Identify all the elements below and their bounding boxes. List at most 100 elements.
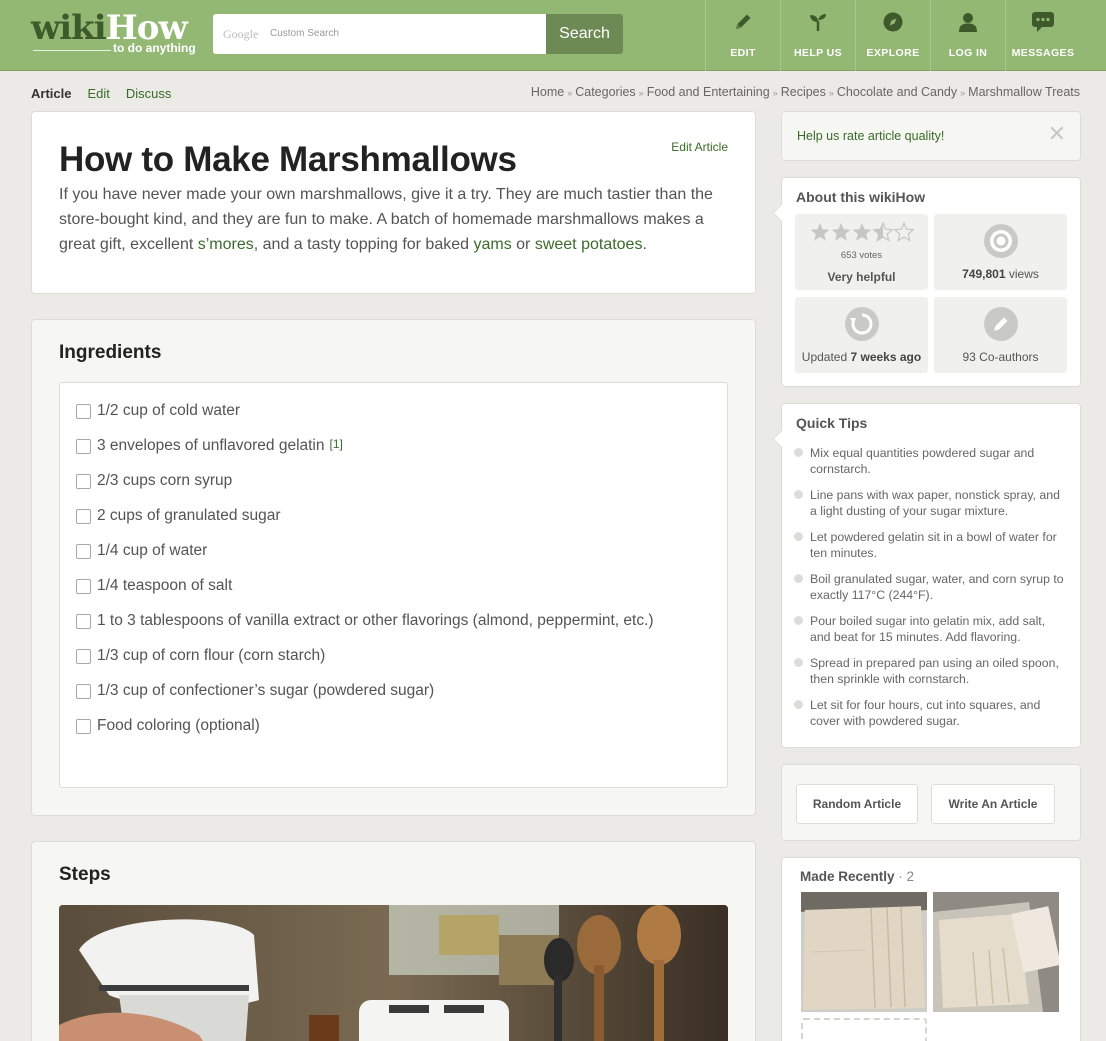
ingredients-section: Ingredients 1/2 cup of cold water 3 enve… bbox=[31, 319, 756, 816]
breadcrumb-separator: » bbox=[772, 88, 778, 98]
search-button[interactable]: Search bbox=[546, 14, 623, 54]
made-recently-photo[interactable] bbox=[801, 892, 927, 1012]
made-recently-photo[interactable] bbox=[933, 892, 1059, 1012]
tip-text: Let powdered gelatin sit in a bowl of wa… bbox=[810, 530, 1057, 560]
views-suffix: views bbox=[1005, 267, 1039, 281]
nav-log-in[interactable]: LOG IN bbox=[930, 0, 1005, 71]
article-intro: How to Make Marshmallows Edit Article If… bbox=[31, 111, 756, 294]
logo-rule bbox=[33, 50, 111, 51]
ingredient-text: 1/2 cup of cold water bbox=[97, 402, 241, 419]
search-input[interactable] bbox=[213, 14, 546, 54]
breadcrumb-chocolate-and-candy[interactable]: Chocolate and Candy bbox=[837, 85, 957, 99]
ingredient-checkbox[interactable] bbox=[76, 613, 91, 629]
ingredient-item[interactable]: 3 envelopes of unflavored gelatin [1] bbox=[76, 436, 343, 456]
logo-tagline: to do anything bbox=[113, 41, 196, 55]
ingredient-item[interactable]: 2/3 cups corn syrup bbox=[76, 471, 232, 491]
ingredient-item[interactable]: 1/2 cup of cold water bbox=[76, 401, 240, 421]
ingredient-checkbox[interactable] bbox=[76, 508, 91, 524]
ingredient-checkbox[interactable] bbox=[76, 578, 91, 594]
nav-log-in-label: LOG IN bbox=[948, 47, 988, 59]
made-recently: Made Recently · 2 bbox=[781, 857, 1081, 1041]
ingredient-item[interactable]: 1/3 cup of corn flour (corn starch) bbox=[76, 646, 325, 666]
history-icon bbox=[844, 307, 879, 341]
wikihow-logo[interactable]: wikiHow to do anything bbox=[31, 10, 196, 58]
close-icon[interactable]: ✕ bbox=[1048, 123, 1066, 145]
sprout-icon bbox=[781, 10, 855, 34]
ingredient-item[interactable]: 1/3 cup of confectioner’s sugar (powdere… bbox=[76, 681, 434, 701]
step-photo[interactable] bbox=[59, 905, 728, 1041]
top-nav: EDIT HELP US EXPLORE LOG IN MESSAGES bbox=[705, 0, 1080, 71]
views-count: 749,801 bbox=[962, 267, 1006, 281]
ingredient-text: 2 cups of granulated sugar bbox=[97, 507, 281, 524]
tip-text: Spread in prepared pan using an oiled sp… bbox=[810, 656, 1059, 686]
ingredient-checkbox[interactable] bbox=[76, 403, 91, 419]
ingredient-checkbox[interactable] bbox=[76, 438, 91, 454]
bullet-icon bbox=[794, 658, 803, 667]
breadcrumb-recipes[interactable]: Recipes bbox=[781, 85, 826, 99]
edit-article-link[interactable]: Edit Article bbox=[671, 140, 728, 154]
ingredient-item[interactable]: 2 cups of granulated sugar bbox=[76, 506, 281, 526]
rating-label: Very helpful bbox=[827, 270, 896, 284]
ingredient-item[interactable]: Food coloring (optional) bbox=[76, 716, 260, 736]
rate-article-prompt[interactable]: Help us rate article quality! bbox=[797, 129, 944, 143]
ingredient-item[interactable]: 1 to 3 tablespoons of vanilla extract or… bbox=[76, 611, 654, 631]
site-header: wikiHow to do anything Google Custom Sea… bbox=[0, 0, 1106, 71]
coauthors-text: 93 Co-authors bbox=[962, 350, 1039, 364]
steps-title: Steps bbox=[59, 864, 111, 885]
ingredient-checkbox[interactable] bbox=[76, 543, 91, 559]
ingredient-text: 1/3 cup of confectioner’s sugar (powdere… bbox=[97, 682, 435, 699]
intro-text-4: . bbox=[642, 236, 647, 253]
smores-link[interactable]: s’mores bbox=[198, 236, 254, 253]
ingredient-checkbox[interactable] bbox=[76, 718, 91, 734]
made-recently-title: Made Recently · 2 bbox=[800, 869, 914, 884]
box-pointer bbox=[773, 430, 782, 448]
nav-edit[interactable]: EDIT bbox=[705, 0, 780, 71]
updated-value: 7 weeks ago bbox=[850, 350, 922, 364]
tip-item: Spread in prepared pan using an oiled sp… bbox=[794, 655, 1064, 687]
nav-edit-label: EDIT bbox=[730, 47, 756, 59]
ingredient-checkbox[interactable] bbox=[76, 683, 91, 699]
star-rating[interactable] bbox=[795, 222, 928, 242]
ingredient-item[interactable]: 1/4 teaspoon of salt bbox=[76, 576, 232, 596]
page-title: How to Make Marshmallows bbox=[59, 140, 517, 179]
coauthors-stat[interactable]: 93 Co-authors bbox=[934, 297, 1067, 373]
chat-bubble-icon bbox=[1006, 10, 1080, 34]
search-form: Google Custom Search Search bbox=[213, 14, 623, 54]
breadcrumb-categories[interactable]: Categories bbox=[575, 85, 635, 99]
ingredient-checkbox[interactable] bbox=[76, 648, 91, 664]
reference-link[interactable]: [1] bbox=[330, 437, 343, 451]
quick-tips-title: Quick Tips bbox=[796, 415, 868, 431]
tab-article[interactable]: Article bbox=[31, 86, 71, 101]
nav-help-us[interactable]: HELP US bbox=[780, 0, 855, 71]
breadcrumb-home[interactable]: Home bbox=[531, 85, 564, 99]
article-tabs: Article Edit Discuss bbox=[31, 86, 171, 101]
ingredient-text: 3 envelopes of unflavored gelatin bbox=[97, 437, 325, 454]
updated-text: Updated 7 weeks ago bbox=[795, 350, 928, 364]
rate-article-box: Help us rate article quality! ✕ bbox=[781, 111, 1081, 161]
ingredient-text: 1/3 cup of corn flour (corn starch) bbox=[97, 647, 326, 664]
nav-explore[interactable]: EXPLORE bbox=[855, 0, 930, 71]
ingredient-item[interactable]: 1/4 cup of water bbox=[76, 541, 207, 561]
ingredient-text: 1/4 cup of water bbox=[97, 542, 208, 559]
write-article-button[interactable]: Write An Article bbox=[931, 784, 1055, 824]
ingredient-checkbox[interactable] bbox=[76, 473, 91, 489]
intro-text-2: , and a tasty topping for baked bbox=[253, 236, 474, 253]
breadcrumb-food-and-entertaining[interactable]: Food and Entertaining bbox=[647, 85, 770, 99]
ingredient-text: Food coloring (optional) bbox=[97, 717, 260, 734]
tip-text: Boil granulated sugar, water, and corn s… bbox=[810, 572, 1064, 602]
about-title: About this wikiHow bbox=[796, 189, 926, 205]
yams-link[interactable]: yams bbox=[473, 236, 511, 253]
tab-edit[interactable]: Edit bbox=[87, 86, 109, 101]
nav-messages[interactable]: MESSAGES bbox=[1005, 0, 1080, 71]
upload-photo-placeholder[interactable] bbox=[801, 1018, 927, 1041]
stars-graphic bbox=[810, 222, 914, 242]
rating-stat[interactable]: 653 votes Very helpful bbox=[795, 214, 928, 290]
tip-text: Let sit for four hours, cut into squares… bbox=[810, 698, 1041, 728]
updated-stat[interactable]: Updated 7 weeks ago bbox=[795, 297, 928, 373]
tab-discuss[interactable]: Discuss bbox=[126, 86, 172, 101]
breadcrumb-separator: » bbox=[567, 88, 573, 98]
random-article-button[interactable]: Random Article bbox=[796, 784, 918, 824]
sweet-potatoes-link[interactable]: sweet potatoes bbox=[535, 236, 643, 253]
user-icon bbox=[931, 10, 1005, 34]
breadcrumb-marshmallow-treats[interactable]: Marshmallow Treats bbox=[968, 85, 1080, 99]
